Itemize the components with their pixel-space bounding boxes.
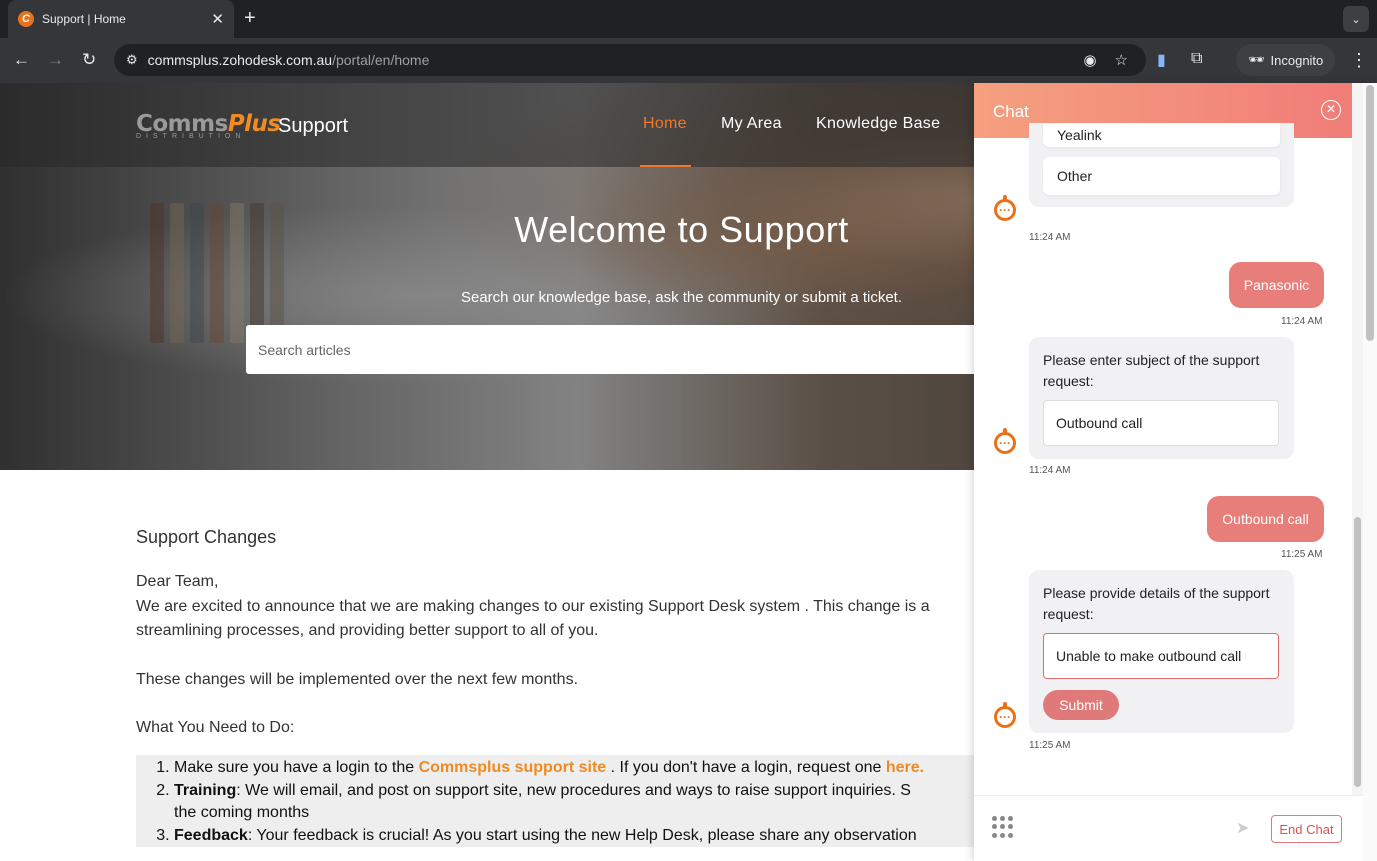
details-field[interactable]: Unable to make outbound call [1043,633,1279,679]
action-list: Make sure you have a login to the Commsp… [136,755,986,847]
commsplus-logo[interactable]: CommsPlus DISTRIBUTION [136,111,281,140]
bot-options-bubble: Yealink Other [1029,123,1294,207]
search-articles-input[interactable] [246,325,1006,374]
incognito-badge[interactable]: 🕶 Incognito [1236,44,1336,76]
url-text: commsplus.zohodesk.com.au/portal/en/home [147,52,430,68]
subject-field[interactable]: Outbound call [1043,400,1279,446]
chat-title: Chat [993,102,1029,121]
announcement-title: Support Changes [136,527,277,547]
bot-details-prompt: Please provide details of the support re… [1043,585,1270,622]
incognito-icon: 🕶 [1248,52,1265,67]
commsplus-favicon-icon: C [18,11,34,27]
page-scroll-thumb[interactable] [1366,85,1374,341]
announcement-para-line2: streamlining processes, and providing be… [136,622,599,639]
option-yealink-button[interactable]: Yealink [1043,123,1280,147]
extension-document-icon[interactable]: ▮ [1157,50,1166,70]
active-nav-underline [640,165,691,167]
reload-icon[interactable]: ↻ [82,50,96,70]
timestamp: 11:25 AM [1029,740,1071,751]
chat-scroll-thumb[interactable] [1354,517,1361,787]
chat-panel: Chat ✕ Yealink Other ··· 11:24 AM Panaso… [974,83,1377,861]
tab-title: Support | Home [42,12,126,26]
address-bar[interactable]: ⚙ commsplus.zohodesk.com.au/portal/en/ho… [114,44,1146,76]
browser-menu-icon[interactable]: ⋮ [1350,50,1368,71]
browser-toolbar: ← → ↻ ⚙ commsplus.zohodesk.com.au/portal… [0,38,1377,83]
bot-avatar-icon: ··· [994,428,1016,454]
bot-avatar-icon: ··· [994,702,1016,728]
announcement-para-line1: We are excited to announce that we are m… [136,597,930,615]
incognito-label: Incognito [1270,52,1324,68]
support-site-link[interactable]: Commsplus support site [419,759,607,776]
announcement-para2: These changes will be implemented over t… [136,670,579,688]
chat-footer: ➤ End Chat [974,795,1363,861]
bot-avatar-icon: ··· [994,195,1016,221]
page-scrollbar[interactable] [1363,83,1377,861]
new-tab-button[interactable]: + [244,8,256,28]
site-info-icon[interactable]: ⚙ [126,52,138,68]
list-item: Make sure you have a login to the Commsp… [174,757,986,780]
tab-close-icon[interactable]: ✕ [211,10,224,28]
bot-subject-prompt: Please enter subject of the support requ… [1043,352,1260,389]
bot-details-bubble: Please provide details of the support re… [1029,570,1294,733]
nav-home[interactable]: Home [643,115,687,133]
eye-off-icon[interactable]: ◉ [1083,51,1096,69]
forward-icon[interactable]: → [47,50,64,70]
bot-subject-bubble: Please enter subject of the support requ… [1029,337,1294,459]
browser-tab[interactable]: C Support | Home ✕ [8,0,234,38]
nav-knowledge-base[interactable]: Knowledge Base [816,115,940,133]
option-other-button[interactable]: Other [1043,157,1280,195]
nav-my-area[interactable]: My Area [721,115,782,133]
chat-close-icon[interactable]: ✕ [1321,100,1341,120]
list-item: Training: We will email, and post on sup… [174,780,986,825]
tab-search-button[interactable]: ⌄ [1343,6,1369,32]
send-icon[interactable]: ➤ [1236,818,1249,838]
what-to-do-heading: What You Need to Do: [136,719,295,736]
request-login-link[interactable]: here. [886,759,924,776]
user-message: Panasonic [1229,262,1324,308]
apps-grid-icon[interactable] [992,816,1014,838]
bookmark-star-icon[interactable]: ☆ [1115,51,1128,69]
logo-support-text: Support [278,115,349,137]
timestamp: 11:24 AM [1029,232,1071,243]
browser-tabstrip: C Support | Home ✕ + ⌄ [0,0,1377,38]
list-item: Feedback: Your feedback is crucial! As y… [174,825,986,848]
back-icon[interactable]: ← [13,50,30,70]
timestamp: 11:24 AM [1281,316,1323,327]
timestamp: 11:25 AM [1281,549,1323,560]
submit-button[interactable]: Submit [1043,690,1119,720]
announcement-content: Support Changes Dear Team, We are excite… [136,527,986,847]
extensions-puzzle-icon[interactable]: ⧉ [1191,50,1202,68]
end-chat-button[interactable]: End Chat [1271,815,1342,843]
user-message: Outbound call [1207,496,1324,542]
chat-scrollbar[interactable] [1352,83,1363,861]
greeting: Dear Team, [136,573,219,590]
timestamp: 11:24 AM [1029,465,1071,476]
chevron-down-icon: ⌄ [1351,13,1361,26]
